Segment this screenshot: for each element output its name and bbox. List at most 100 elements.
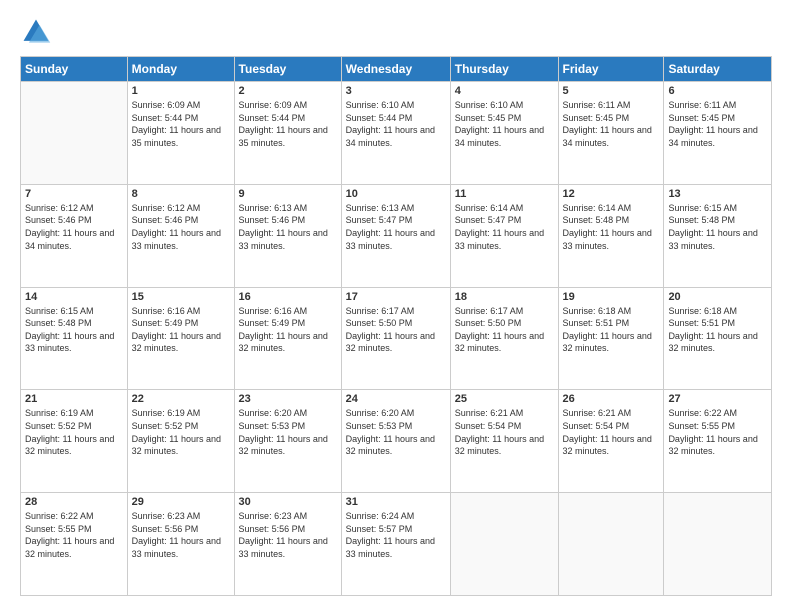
calendar-cell: 23 Sunrise: 6:20 AMSunset: 5:53 PMDayligh… bbox=[234, 390, 341, 493]
calendar-cell: 18 Sunrise: 6:17 AMSunset: 5:50 PMDayligh… bbox=[450, 287, 558, 390]
calendar-cell: 30Sunrise: 6:23 AMSunset: 5:56 PMDayligh… bbox=[234, 493, 341, 596]
cell-info: Sunrise: 6:19 AMSunset: 5:52 PMDaylight:… bbox=[25, 407, 123, 457]
logo bbox=[20, 16, 58, 48]
cell-info: Sunrise: 6:21 AMSunset: 5:54 PMDaylight:… bbox=[563, 407, 660, 457]
day-number: 15 bbox=[132, 291, 230, 303]
day-number: 7 bbox=[25, 188, 123, 200]
day-number: 1 bbox=[132, 85, 230, 97]
day-number: 16 bbox=[239, 291, 337, 303]
cell-info: Sunrise: 6:14 AMSunset: 5:47 PMDaylight:… bbox=[455, 202, 554, 252]
day-number: 20 bbox=[668, 291, 767, 303]
cell-info: Sunrise: 6:17 AMSunset: 5:50 PMDaylight:… bbox=[455, 305, 554, 355]
cell-info: Sunrise: 6:18 AMSunset: 5:51 PMDaylight:… bbox=[668, 305, 767, 355]
cell-info: Sunrise: 6:16 AMSunset: 5:49 PMDaylight:… bbox=[132, 305, 230, 355]
day-number: 25 bbox=[455, 393, 554, 405]
day-number: 21 bbox=[25, 393, 123, 405]
day-number: 3 bbox=[346, 85, 446, 97]
day-number: 4 bbox=[455, 85, 554, 97]
day-number: 11 bbox=[455, 188, 554, 200]
cell-info: Sunrise: 6:22 AMSunset: 5:55 PMDaylight:… bbox=[668, 407, 767, 457]
day-number: 24 bbox=[346, 393, 446, 405]
calendar-cell: 17Sunrise: 6:17 AMSunset: 5:50 PMDayligh… bbox=[341, 287, 450, 390]
cell-info: Sunrise: 6:21 AMSunset: 5:54 PMDaylight:… bbox=[455, 407, 554, 457]
week-row-4: 28Sunrise: 6:22 AMSunset: 5:55 PMDayligh… bbox=[21, 493, 772, 596]
day-number: 28 bbox=[25, 496, 123, 508]
col-header-thursday: Thursday bbox=[450, 57, 558, 82]
calendar-cell: 26Sunrise: 6:21 AMSunset: 5:54 PMDayligh… bbox=[558, 390, 664, 493]
cell-info: Sunrise: 6:12 AMSunset: 5:46 PMDaylight:… bbox=[25, 202, 123, 252]
week-row-2: 14Sunrise: 6:15 AMSunset: 5:48 PMDayligh… bbox=[21, 287, 772, 390]
day-number: 27 bbox=[668, 393, 767, 405]
cell-info: Sunrise: 6:09 AMSunset: 5:44 PMDaylight:… bbox=[132, 99, 230, 149]
cell-info: Sunrise: 6:10 AMSunset: 5:45 PMDaylight:… bbox=[455, 99, 554, 149]
calendar-cell: 9 Sunrise: 6:13 AMSunset: 5:46 PMDaylight… bbox=[234, 184, 341, 287]
col-header-monday: Monday bbox=[127, 57, 234, 82]
week-row-3: 21 Sunrise: 6:19 AMSunset: 5:52 PMDayligh… bbox=[21, 390, 772, 493]
page: SundayMondayTuesdayWednesdayThursdayFrid… bbox=[0, 0, 792, 612]
day-number: 31 bbox=[346, 496, 446, 508]
col-header-saturday: Saturday bbox=[664, 57, 772, 82]
calendar-cell: 27 Sunrise: 6:22 AMSunset: 5:55 PMDayligh… bbox=[664, 390, 772, 493]
calendar-cell: 22 Sunrise: 6:19 AMSunset: 5:52 PMDayligh… bbox=[127, 390, 234, 493]
cell-info: Sunrise: 6:09 AMSunset: 5:44 PMDaylight:… bbox=[239, 99, 337, 149]
cell-info: Sunrise: 6:13 AMSunset: 5:46 PMDaylight:… bbox=[239, 202, 337, 252]
cell-info: Sunrise: 6:15 AMSunset: 5:48 PMDaylight:… bbox=[668, 202, 767, 252]
calendar-cell: 13 Sunrise: 6:15 AMSunset: 5:48 PMDayligh… bbox=[664, 184, 772, 287]
cell-info: Sunrise: 6:11 AMSunset: 5:45 PMDaylight:… bbox=[563, 99, 660, 149]
col-header-wednesday: Wednesday bbox=[341, 57, 450, 82]
cell-info: Sunrise: 6:13 AMSunset: 5:47 PMDaylight:… bbox=[346, 202, 446, 252]
day-number: 5 bbox=[563, 85, 660, 97]
calendar-cell: 20 Sunrise: 6:18 AMSunset: 5:51 PMDayligh… bbox=[664, 287, 772, 390]
calendar-cell: 10Sunrise: 6:13 AMSunset: 5:47 PMDayligh… bbox=[341, 184, 450, 287]
calendar-cell bbox=[21, 82, 128, 185]
col-header-friday: Friday bbox=[558, 57, 664, 82]
calendar-cell: 2 Sunrise: 6:09 AMSunset: 5:44 PMDaylight… bbox=[234, 82, 341, 185]
calendar-cell bbox=[664, 493, 772, 596]
calendar-cell: 19Sunrise: 6:18 AMSunset: 5:51 PMDayligh… bbox=[558, 287, 664, 390]
calendar: SundayMondayTuesdayWednesdayThursdayFrid… bbox=[20, 56, 772, 596]
logo-icon bbox=[20, 16, 52, 48]
day-number: 12 bbox=[563, 188, 660, 200]
calendar-cell: 14Sunrise: 6:15 AMSunset: 5:48 PMDayligh… bbox=[21, 287, 128, 390]
calendar-cell: 28Sunrise: 6:22 AMSunset: 5:55 PMDayligh… bbox=[21, 493, 128, 596]
calendar-cell bbox=[558, 493, 664, 596]
week-row-1: 7 Sunrise: 6:12 AMSunset: 5:46 PMDaylight… bbox=[21, 184, 772, 287]
day-number: 18 bbox=[455, 291, 554, 303]
calendar-cell: 15 Sunrise: 6:16 AMSunset: 5:49 PMDayligh… bbox=[127, 287, 234, 390]
cell-info: Sunrise: 6:20 AMSunset: 5:53 PMDaylight:… bbox=[239, 407, 337, 457]
calendar-cell: 11 Sunrise: 6:14 AMSunset: 5:47 PMDayligh… bbox=[450, 184, 558, 287]
col-header-sunday: Sunday bbox=[21, 57, 128, 82]
calendar-cell: 25 Sunrise: 6:21 AMSunset: 5:54 PMDayligh… bbox=[450, 390, 558, 493]
col-header-tuesday: Tuesday bbox=[234, 57, 341, 82]
calendar-cell: 21 Sunrise: 6:19 AMSunset: 5:52 PMDayligh… bbox=[21, 390, 128, 493]
cell-info: Sunrise: 6:24 AMSunset: 5:57 PMDaylight:… bbox=[346, 510, 446, 560]
cell-info: Sunrise: 6:10 AMSunset: 5:44 PMDaylight:… bbox=[346, 99, 446, 149]
calendar-cell: 16Sunrise: 6:16 AMSunset: 5:49 PMDayligh… bbox=[234, 287, 341, 390]
day-number: 23 bbox=[239, 393, 337, 405]
week-row-0: 1 Sunrise: 6:09 AMSunset: 5:44 PMDaylight… bbox=[21, 82, 772, 185]
calendar-cell: 7 Sunrise: 6:12 AMSunset: 5:46 PMDaylight… bbox=[21, 184, 128, 287]
day-number: 2 bbox=[239, 85, 337, 97]
calendar-cell: 5 Sunrise: 6:11 AMSunset: 5:45 PMDaylight… bbox=[558, 82, 664, 185]
cell-info: Sunrise: 6:11 AMSunset: 5:45 PMDaylight:… bbox=[668, 99, 767, 149]
cell-info: Sunrise: 6:14 AMSunset: 5:48 PMDaylight:… bbox=[563, 202, 660, 252]
day-number: 19 bbox=[563, 291, 660, 303]
calendar-cell: 4 Sunrise: 6:10 AMSunset: 5:45 PMDaylight… bbox=[450, 82, 558, 185]
calendar-cell: 3 Sunrise: 6:10 AMSunset: 5:44 PMDaylight… bbox=[341, 82, 450, 185]
cell-info: Sunrise: 6:19 AMSunset: 5:52 PMDaylight:… bbox=[132, 407, 230, 457]
calendar-cell: 8 Sunrise: 6:12 AMSunset: 5:46 PMDaylight… bbox=[127, 184, 234, 287]
cell-info: Sunrise: 6:12 AMSunset: 5:46 PMDaylight:… bbox=[132, 202, 230, 252]
day-number: 9 bbox=[239, 188, 337, 200]
day-number: 8 bbox=[132, 188, 230, 200]
day-number: 22 bbox=[132, 393, 230, 405]
cell-info: Sunrise: 6:15 AMSunset: 5:48 PMDaylight:… bbox=[25, 305, 123, 355]
header bbox=[20, 16, 772, 48]
day-number: 29 bbox=[132, 496, 230, 508]
day-number: 13 bbox=[668, 188, 767, 200]
calendar-cell: 6Sunrise: 6:11 AMSunset: 5:45 PMDaylight… bbox=[664, 82, 772, 185]
calendar-cell: 31 Sunrise: 6:24 AMSunset: 5:57 PMDayligh… bbox=[341, 493, 450, 596]
cell-info: Sunrise: 6:23 AMSunset: 5:56 PMDaylight:… bbox=[132, 510, 230, 560]
cell-info: Sunrise: 6:23 AMSunset: 5:56 PMDaylight:… bbox=[239, 510, 337, 560]
cell-info: Sunrise: 6:17 AMSunset: 5:50 PMDaylight:… bbox=[346, 305, 446, 355]
cell-info: Sunrise: 6:20 AMSunset: 5:53 PMDaylight:… bbox=[346, 407, 446, 457]
